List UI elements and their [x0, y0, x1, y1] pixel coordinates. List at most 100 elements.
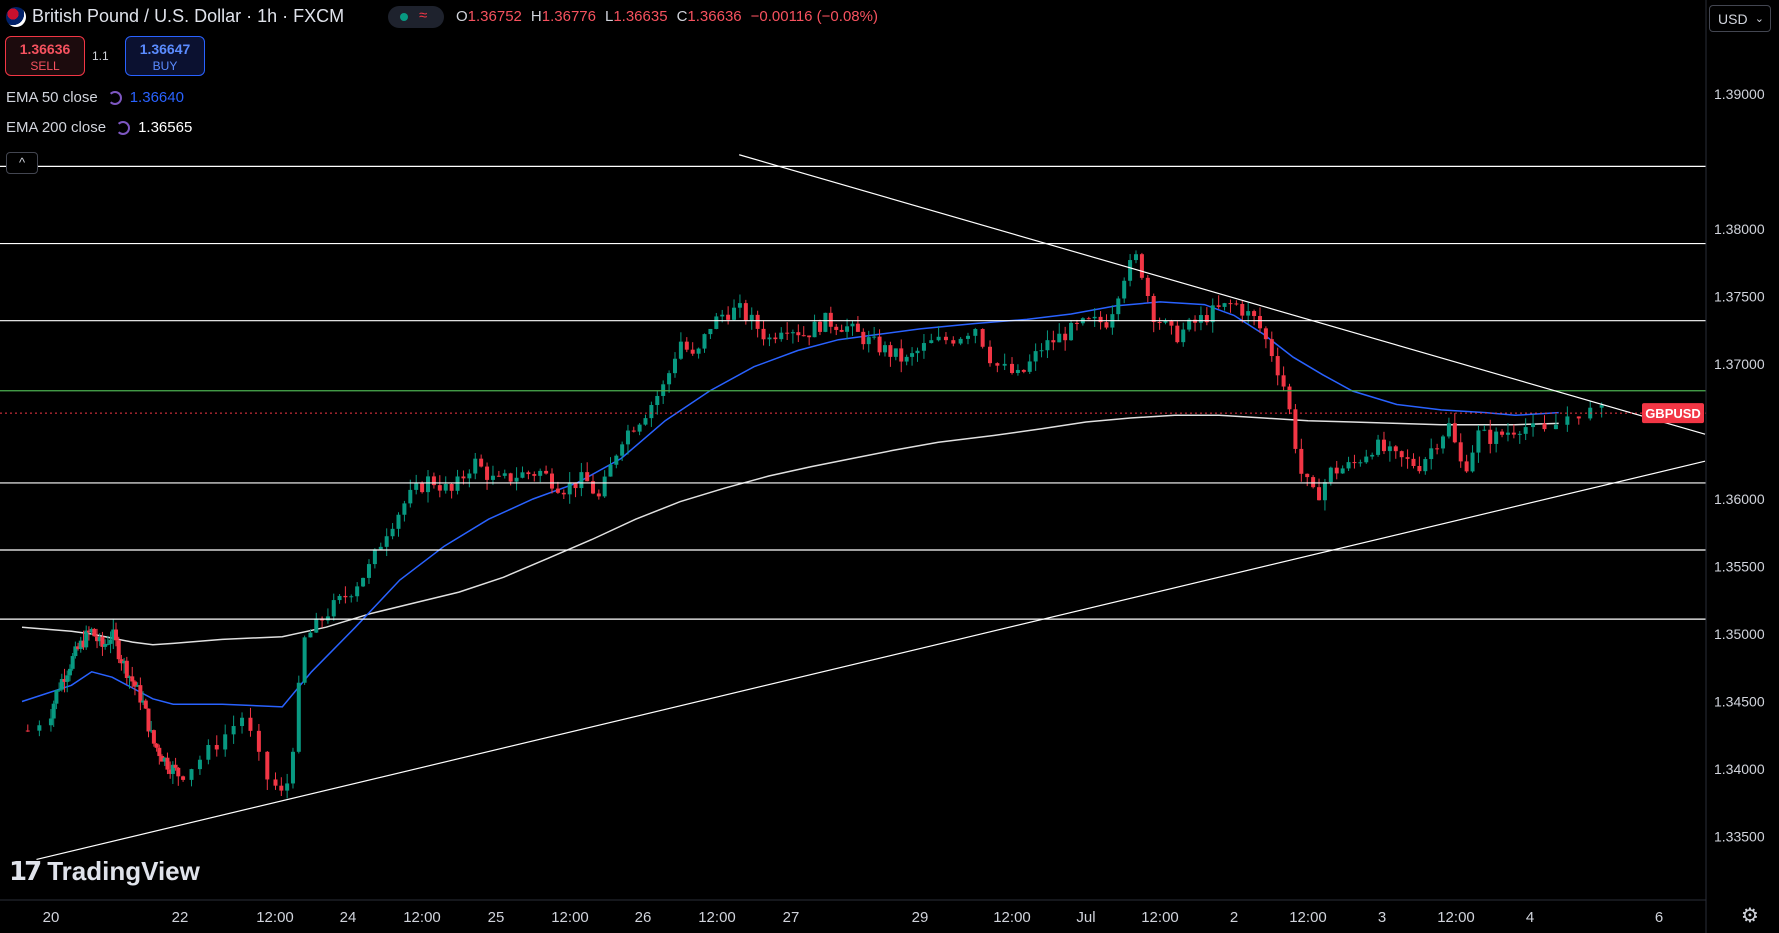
candle-body [965, 335, 970, 339]
candle-body [1393, 446, 1398, 452]
candle-body [173, 764, 178, 768]
candle-body [240, 717, 245, 727]
candle-body [1222, 303, 1227, 307]
x-tick-label: 12:00 [551, 909, 589, 926]
candle-body [105, 643, 110, 645]
x-tick-label: 12:00 [1437, 909, 1475, 926]
ema200-legend[interactable]: EMA 200 close 1.36565 [6, 119, 192, 136]
candle-body [1063, 333, 1068, 341]
trendline[interactable] [36, 460, 1706, 861]
price-axis[interactable] [1706, 0, 1779, 933]
candle-body [1376, 439, 1381, 455]
candle-body [508, 473, 513, 482]
candle-body [1002, 363, 1007, 366]
ohlc-value: −0.00116 (−0.08%) [750, 8, 878, 25]
candle-body [567, 482, 572, 495]
candle-body [1399, 451, 1404, 458]
candle-body [1476, 430, 1481, 453]
chevron-up-icon: ^ [18, 155, 26, 170]
candle-body [544, 470, 549, 474]
candle-body [366, 564, 371, 578]
candle-body [637, 424, 642, 432]
ohlc-key: O [456, 8, 468, 25]
ohlc-value: 1.36636 [687, 8, 742, 25]
ema200-label: EMA 200 close [6, 119, 107, 136]
candle-body [1145, 277, 1150, 297]
candle-body [823, 312, 828, 332]
candle-body [384, 536, 389, 547]
y-tick-label: 1.33500 [1714, 829, 1765, 845]
candle-body [1423, 459, 1428, 472]
candle-body [1458, 442, 1463, 462]
ema50-legend[interactable]: EMA 50 close 1.36640 [6, 89, 184, 106]
candle-body [1470, 452, 1475, 472]
currency-selector[interactable]: USD ⌄ [1709, 5, 1771, 32]
candle-body [378, 546, 383, 550]
candle-body [761, 328, 766, 340]
candle-body [796, 332, 801, 336]
symbol-title[interactable]: British Pound / U.S. Dollar · 1h · FXCM [32, 6, 344, 27]
tradingview-logo[interactable]: 𝟭𝟳 TradingView [9, 856, 200, 887]
candle-body [872, 336, 877, 338]
price-chart[interactable]: 1.384641.378921.373211.368021.361191.356… [0, 0, 1779, 933]
currency-label: USD [1718, 11, 1748, 27]
y-tick-label: 1.37000 [1714, 356, 1765, 372]
candle-body [426, 476, 431, 493]
candle-body [490, 475, 495, 480]
y-tick-label: 1.39000 [1714, 86, 1765, 102]
y-tick-label: 1.36000 [1714, 491, 1765, 507]
buy-button[interactable]: 1.36647 BUY [125, 36, 205, 76]
collapse-legend-button[interactable]: ^ [6, 152, 38, 174]
candle-body [197, 759, 202, 770]
candle-body [1240, 303, 1245, 316]
market-status-indicator[interactable]: ≈ [388, 6, 444, 28]
candle-body [1252, 311, 1257, 317]
candle-body [532, 474, 537, 476]
candle-body [817, 321, 822, 332]
candle-body [850, 323, 855, 327]
candle-body [496, 475, 501, 477]
candle-body [414, 483, 419, 490]
candle-body [502, 473, 507, 476]
ema50-label: EMA 50 close [6, 89, 98, 106]
candle-body [910, 353, 915, 357]
candle-body [649, 405, 654, 419]
candle-body [1411, 458, 1416, 467]
candle-body [1010, 363, 1015, 373]
candle-body [343, 595, 348, 598]
candle-body [1523, 427, 1528, 434]
ohlc-readout: O1.36752 H1.36776 L1.36635 C1.36636 −0.00116… [456, 8, 887, 25]
candle-body [743, 303, 748, 321]
candle-body [737, 303, 742, 308]
sell-label: SELL [30, 59, 60, 73]
candle-body [1417, 466, 1422, 472]
ohlc-value: 1.36776 [541, 8, 596, 25]
candle-body [1181, 329, 1186, 343]
candle-body [290, 751, 295, 784]
candle-body [608, 464, 613, 477]
candle-body [337, 595, 342, 601]
candle-body [256, 730, 261, 752]
candle-body [839, 329, 844, 332]
candle-body [732, 307, 737, 320]
gbp-usd-flag-icon [6, 7, 26, 27]
candle-body [1488, 429, 1493, 444]
candle-body [779, 332, 784, 340]
candle-body [1352, 462, 1357, 464]
x-tick-label: 25 [488, 909, 505, 926]
market-open-dot-icon [400, 13, 408, 21]
loading-spinner-icon [116, 121, 131, 135]
loading-spinner-icon [107, 91, 122, 105]
y-tick-label: 1.37500 [1714, 289, 1765, 305]
candle-body [349, 596, 354, 598]
ema50-value: 1.36640 [129, 89, 184, 106]
gear-icon[interactable]: ⚙ [1741, 903, 1759, 928]
candle-body [958, 338, 963, 344]
candle-body [54, 690, 59, 704]
x-tick-label: 3 [1378, 909, 1386, 926]
x-tick-label: 12:00 [993, 909, 1031, 926]
trendline[interactable] [739, 154, 1706, 435]
sell-button[interactable]: 1.36636 SELL [5, 36, 85, 76]
candle-body [176, 767, 181, 777]
candle-body [1441, 436, 1446, 449]
